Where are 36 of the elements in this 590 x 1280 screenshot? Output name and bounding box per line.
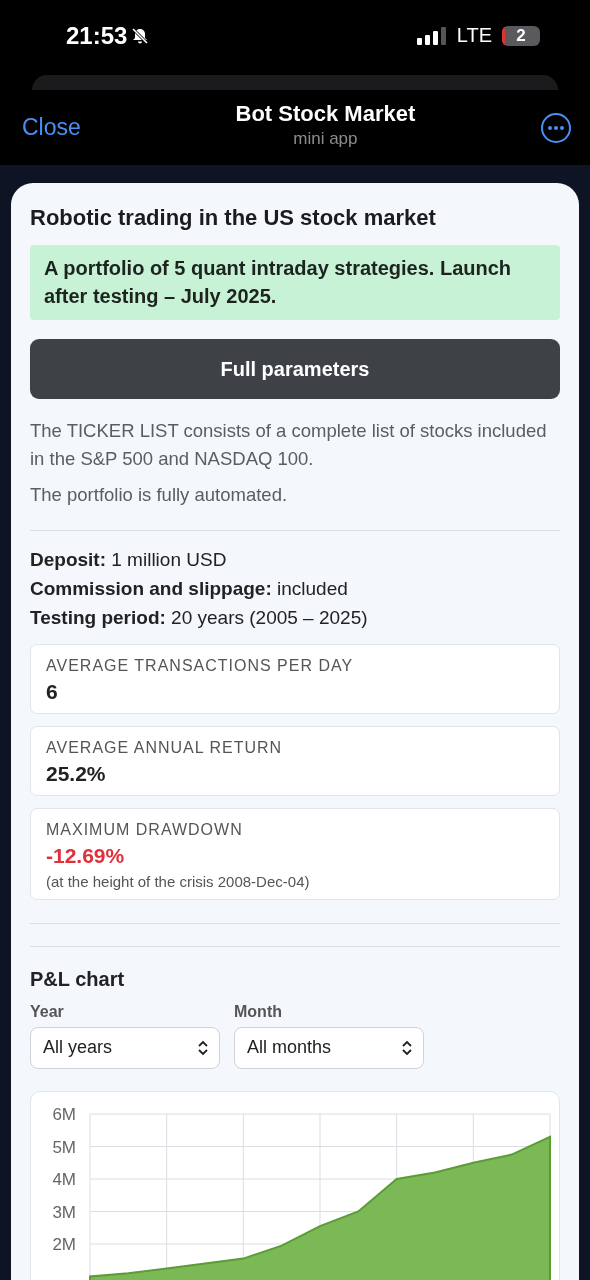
info-banner: A portfolio of 5 quant intraday strategies. Launch after testing – July 2025. — [30, 245, 560, 321]
fact-line: Deposit: 1 million USD — [30, 548, 228, 571]
chart-heading: P&L chart — [30, 967, 126, 991]
signal-icon — [416, 26, 447, 45]
close-button[interactable]: Close — [22, 114, 81, 141]
app-subtitle: mini app — [293, 128, 358, 149]
stat-label: AVERAGE ANNUAL RETURN — [46, 738, 284, 757]
description-text: The portfolio is fully automated. — [30, 483, 289, 508]
clock-time: 21:53 — [66, 21, 128, 50]
stat-value: 6 — [46, 679, 59, 704]
stat-value: 25.2% — [46, 761, 107, 786]
stat-label: MAXIMUM DRAWDOWN — [46, 820, 244, 839]
fact-line: Testing period: 20 years (2005 – 2025) — [30, 606, 369, 629]
bell-slash-icon — [131, 26, 150, 45]
app-title: Bot Stock Market — [235, 100, 416, 127]
chevron-up-down-icon — [401, 1038, 413, 1057]
y-tick-label: 3M — [52, 1202, 76, 1221]
filter-label: Month — [234, 1002, 283, 1021]
description-text: The TICKER LIST consists of a complete list of stocks included in the S&P 500 and NASDAQ 100. — [30, 419, 548, 472]
y-tick-label: 5M — [52, 1137, 76, 1156]
full-parameters-button[interactable]: Full parameters — [30, 339, 560, 400]
stat-label: AVERAGE TRANSACTIONS PER DAY — [46, 656, 355, 675]
stat-note: (at the height of the crisis 2008-Dec-04) — [46, 872, 311, 890]
chevron-up-down-icon — [197, 1038, 209, 1057]
page-heading: Robotic trading in the US stock market — [30, 205, 437, 231]
more-icon[interactable] — [540, 111, 572, 144]
filter-label: Year — [30, 1002, 65, 1021]
stat-value: -12.69% — [46, 843, 126, 868]
network-label: LTE — [456, 24, 492, 47]
y-tick-label: 6M — [52, 1104, 76, 1124]
dropdown-select[interactable]: All years — [30, 1026, 220, 1069]
fact-line: Commission and slippage: included — [30, 577, 349, 600]
y-tick-label: 4M — [52, 1169, 76, 1189]
y-tick-label: 2M — [52, 1234, 76, 1254]
dropdown-select[interactable]: All months — [234, 1026, 424, 1069]
battery-icon: 2 — [502, 25, 540, 46]
